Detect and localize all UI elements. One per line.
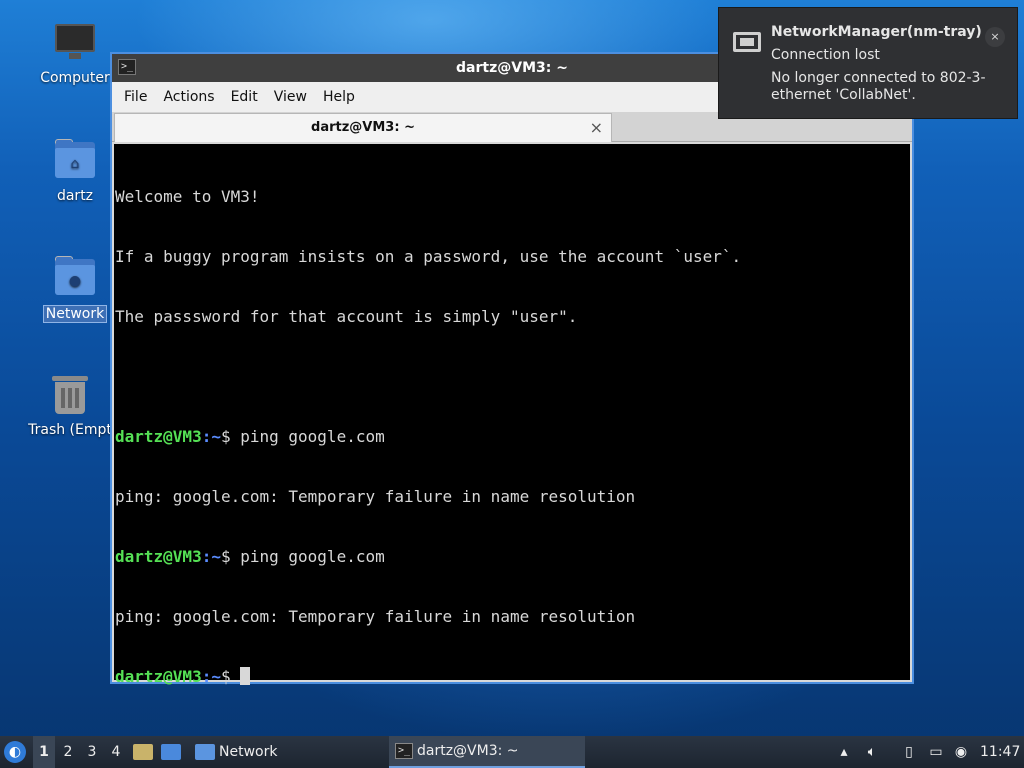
tab-title: dartz@VM3: ~ (311, 120, 415, 135)
terminal-window[interactable]: >_ dartz@VM3: ~ File Actions Edit View H… (110, 52, 914, 686)
clipboard-icon[interactable]: ▯ (898, 736, 920, 768)
menu-edit[interactable]: Edit (223, 89, 266, 105)
terminal-tab[interactable]: dartz@VM3: ~ × (114, 113, 612, 142)
desktop-icon-label: Trash (Empt (28, 422, 112, 438)
home-folder-icon: ⌂ (53, 138, 97, 182)
clock[interactable]: 11:47 (980, 736, 1020, 768)
update-notifier-icon[interactable]: ◉ (950, 736, 972, 768)
prompt-symbol: $ (220, 547, 241, 566)
workspace-4[interactable]: 4 (105, 736, 127, 768)
terminal-prompt-line: dartz@VM3:~$ ping google.com (115, 547, 910, 567)
terminal-prompt-line[interactable]: dartz@VM3:~$ (115, 667, 910, 687)
prompt-user: dartz@VM3 (115, 427, 202, 446)
lxqt-logo-icon: ◐ (4, 741, 26, 763)
workspace-1[interactable]: 1 (33, 736, 55, 768)
close-tab-icon[interactable]: × (590, 118, 603, 138)
notification-body: No longer connected to 802-3-ethernet 'C… (771, 70, 986, 103)
tray-arrow-icon[interactable]: ▴ (833, 736, 855, 768)
terminal-prompt-line: dartz@VM3:~$ ping google.com (115, 427, 910, 447)
taskbar: ◐ 1 2 3 4 Network >_ dartz@VM3: ~ ▴ 🔈︎ ▯… (0, 736, 1024, 768)
show-desktop-icon (161, 744, 181, 760)
terminal-line: ping: google.com: Temporary failure in n… (115, 487, 636, 506)
notification-close-icon[interactable]: × (985, 27, 1005, 47)
terminal-command: ping google.com (240, 547, 385, 566)
prompt-symbol: $ (220, 667, 241, 686)
notification-subtitle: Connection lost (771, 47, 880, 63)
prompt-user: dartz@VM3 (115, 547, 202, 566)
task-network[interactable]: Network (193, 736, 383, 768)
prompt-user: dartz@VM3 (115, 667, 202, 686)
quicklaunch-show-desktop[interactable] (161, 736, 185, 768)
terminal-line: The passsword for that account is simply… (115, 307, 578, 326)
workspace-2[interactable]: 2 (57, 736, 79, 768)
terminal-line: If a buggy program insists on a password… (115, 247, 742, 266)
prompt-path: :~ (201, 547, 221, 566)
folder-icon (195, 744, 215, 760)
start-menu-button[interactable]: ◐ (4, 736, 28, 768)
network-folder-icon: ● (53, 255, 97, 299)
file-manager-icon (133, 744, 153, 760)
network-notification[interactable]: NetworkManager(nm-tray) Connection lost … (718, 7, 1018, 119)
desktop-icon-trash[interactable]: Trash (Empt (20, 372, 120, 438)
terminal-command: ping google.com (240, 427, 385, 446)
trash-icon (48, 372, 92, 416)
prompt-symbol: $ (220, 427, 241, 446)
volume-icon[interactable]: 🔈︎ (861, 736, 883, 768)
prompt-path: :~ (201, 427, 221, 446)
terminal-output[interactable]: Welcome to VM3! If a buggy program insis… (114, 144, 910, 686)
terminal-line: ping: google.com: Temporary failure in n… (115, 607, 636, 626)
desktop-icon-label: dartz (56, 188, 94, 204)
menu-file[interactable]: File (116, 89, 155, 105)
network-wired-icon (733, 32, 761, 56)
menu-view[interactable]: View (266, 89, 315, 105)
network-tray-icon[interactable]: ▭ (925, 736, 947, 768)
desktop-icon-label: Computer (40, 70, 110, 86)
terminal-icon: >_ (395, 743, 413, 759)
task-terminal[interactable]: >_ dartz@VM3: ~ (389, 736, 585, 768)
notification-title: NetworkManager(nm-tray) (771, 24, 982, 40)
text-cursor (240, 667, 251, 685)
prompt-path: :~ (201, 667, 221, 686)
terminal-line: Welcome to VM3! (115, 187, 260, 206)
task-label: Network (219, 744, 278, 760)
desktop-icon-label: Network (42, 305, 108, 323)
quicklaunch-file-manager[interactable] (133, 736, 157, 768)
menu-actions[interactable]: Actions (155, 89, 222, 105)
menu-help[interactable]: Help (315, 89, 363, 105)
task-label: dartz@VM3: ~ (417, 743, 519, 759)
computer-icon (53, 20, 97, 64)
workspace-3[interactable]: 3 (81, 736, 103, 768)
